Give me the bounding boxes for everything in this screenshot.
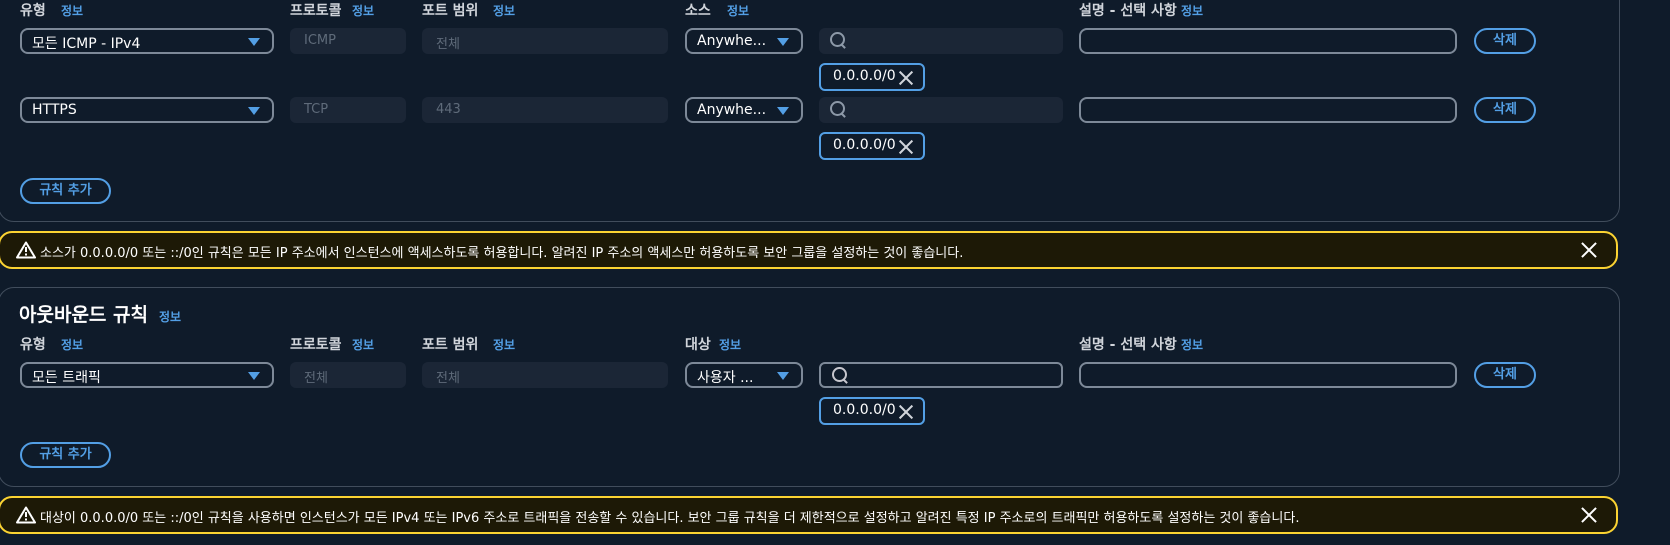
cidr-token-label: 0.0.0.0/0	[833, 68, 896, 84]
info-link[interactable]: 정보	[719, 336, 741, 353]
caret-down-icon	[777, 38, 789, 46]
warning-alert-inbound: 소스가 0.0.0.0/0 또는 ::/0인 규칙은 모든 IP 주소에서 인스…	[0, 231, 1618, 269]
alert-message: 대상이 0.0.0.0/0 또는 ::/0인 규칙을 사용하면 인스턴스가 모든…	[40, 511, 1300, 526]
search-icon	[830, 32, 845, 47]
protocol-field: TCP	[290, 97, 406, 123]
description-input[interactable]	[1079, 97, 1457, 123]
caret-down-icon	[777, 107, 789, 115]
type-select-value: 모든 트래픽	[32, 370, 101, 386]
header-source: 소스	[685, 3, 711, 19]
add-rule-button[interactable]: 규칙 추가	[20, 442, 111, 468]
add-rule-button[interactable]: 규칙 추가	[20, 178, 111, 204]
info-link[interactable]: 정보	[493, 336, 515, 353]
cidr-search-input[interactable]	[819, 362, 1063, 388]
caret-down-icon	[248, 38, 260, 46]
port-range-field: 전체	[422, 28, 668, 54]
type-select[interactable]: HTTPS	[20, 97, 274, 123]
cidr-token-label: 0.0.0.0/0	[833, 137, 896, 153]
search-icon	[832, 367, 847, 382]
close-icon[interactable]	[1580, 241, 1598, 259]
info-link[interactable]: 정보	[352, 336, 374, 353]
remove-token-icon[interactable]	[898, 404, 914, 420]
type-select-value: HTTPS	[32, 102, 77, 118]
type-select-value: 모든 ICMP - IPv4	[32, 36, 141, 52]
type-select[interactable]: 모든 트래픽	[20, 362, 274, 388]
protocol-field: 전체	[290, 362, 406, 388]
warning-icon	[16, 241, 36, 259]
search-icon	[830, 101, 845, 116]
description-input[interactable]	[1079, 28, 1457, 54]
info-link[interactable]: 정보	[727, 2, 749, 19]
delete-button[interactable]: 삭제	[1474, 28, 1536, 54]
header-protocol: 프로토콜	[290, 3, 342, 19]
header-type: 유형	[20, 3, 46, 19]
warning-alert-outbound: 대상이 0.0.0.0/0 또는 ::/0인 규칙을 사용하면 인스턴스가 모든…	[0, 496, 1618, 534]
source-select[interactable]: Anywhe...	[685, 28, 803, 54]
remove-token-icon[interactable]	[898, 139, 914, 155]
description-input[interactable]	[1079, 362, 1457, 388]
cidr-token: 0.0.0.0/0	[819, 63, 925, 91]
warning-icon	[16, 506, 36, 524]
header-description: 설명 - 선택 사항	[1079, 337, 1177, 353]
alert-message: 소스가 0.0.0.0/0 또는 ::/0인 규칙은 모든 IP 주소에서 인스…	[40, 246, 964, 261]
cidr-token-label: 0.0.0.0/0	[833, 402, 896, 418]
cidr-token: 0.0.0.0/0	[819, 397, 925, 425]
source-select-value: Anywhe...	[697, 102, 767, 118]
header-type: 유형	[20, 337, 46, 353]
caret-down-icon	[248, 372, 260, 380]
caret-down-icon	[777, 372, 789, 380]
info-link[interactable]: 정보	[61, 336, 83, 353]
remove-token-icon[interactable]	[898, 70, 914, 86]
info-link[interactable]: 정보	[352, 2, 374, 19]
info-link[interactable]: 정보	[1181, 2, 1203, 19]
caret-down-icon	[248, 107, 260, 115]
close-icon[interactable]	[1580, 506, 1598, 524]
info-link[interactable]: 정보	[61, 2, 83, 19]
header-port-range: 포트 범위	[422, 3, 479, 19]
destination-select[interactable]: 사용자 ...	[685, 362, 803, 388]
type-select[interactable]: 모든 ICMP - IPv4	[20, 28, 274, 54]
cidr-search-input[interactable]	[819, 97, 1063, 123]
header-protocol: 프로토콜	[290, 337, 342, 353]
info-link[interactable]: 정보	[1181, 336, 1203, 353]
info-link[interactable]: 정보	[493, 2, 515, 19]
header-port-range: 포트 범위	[422, 337, 479, 353]
source-select-value: Anywhe...	[697, 33, 767, 49]
section-title: 아웃바운드 규칙	[19, 304, 148, 326]
delete-button[interactable]: 삭제	[1474, 97, 1536, 123]
header-description: 설명 - 선택 사항	[1079, 3, 1177, 19]
destination-select-value: 사용자 ...	[697, 370, 754, 386]
port-range-field: 443	[422, 97, 668, 123]
cidr-search-input[interactable]	[819, 28, 1063, 54]
info-link[interactable]: 정보	[159, 308, 181, 325]
source-select[interactable]: Anywhe...	[685, 97, 803, 123]
protocol-field: ICMP	[290, 28, 406, 54]
port-range-field: 전체	[422, 362, 668, 388]
cidr-token: 0.0.0.0/0	[819, 132, 925, 160]
header-destination: 대상	[685, 337, 711, 353]
delete-button[interactable]: 삭제	[1474, 362, 1536, 388]
